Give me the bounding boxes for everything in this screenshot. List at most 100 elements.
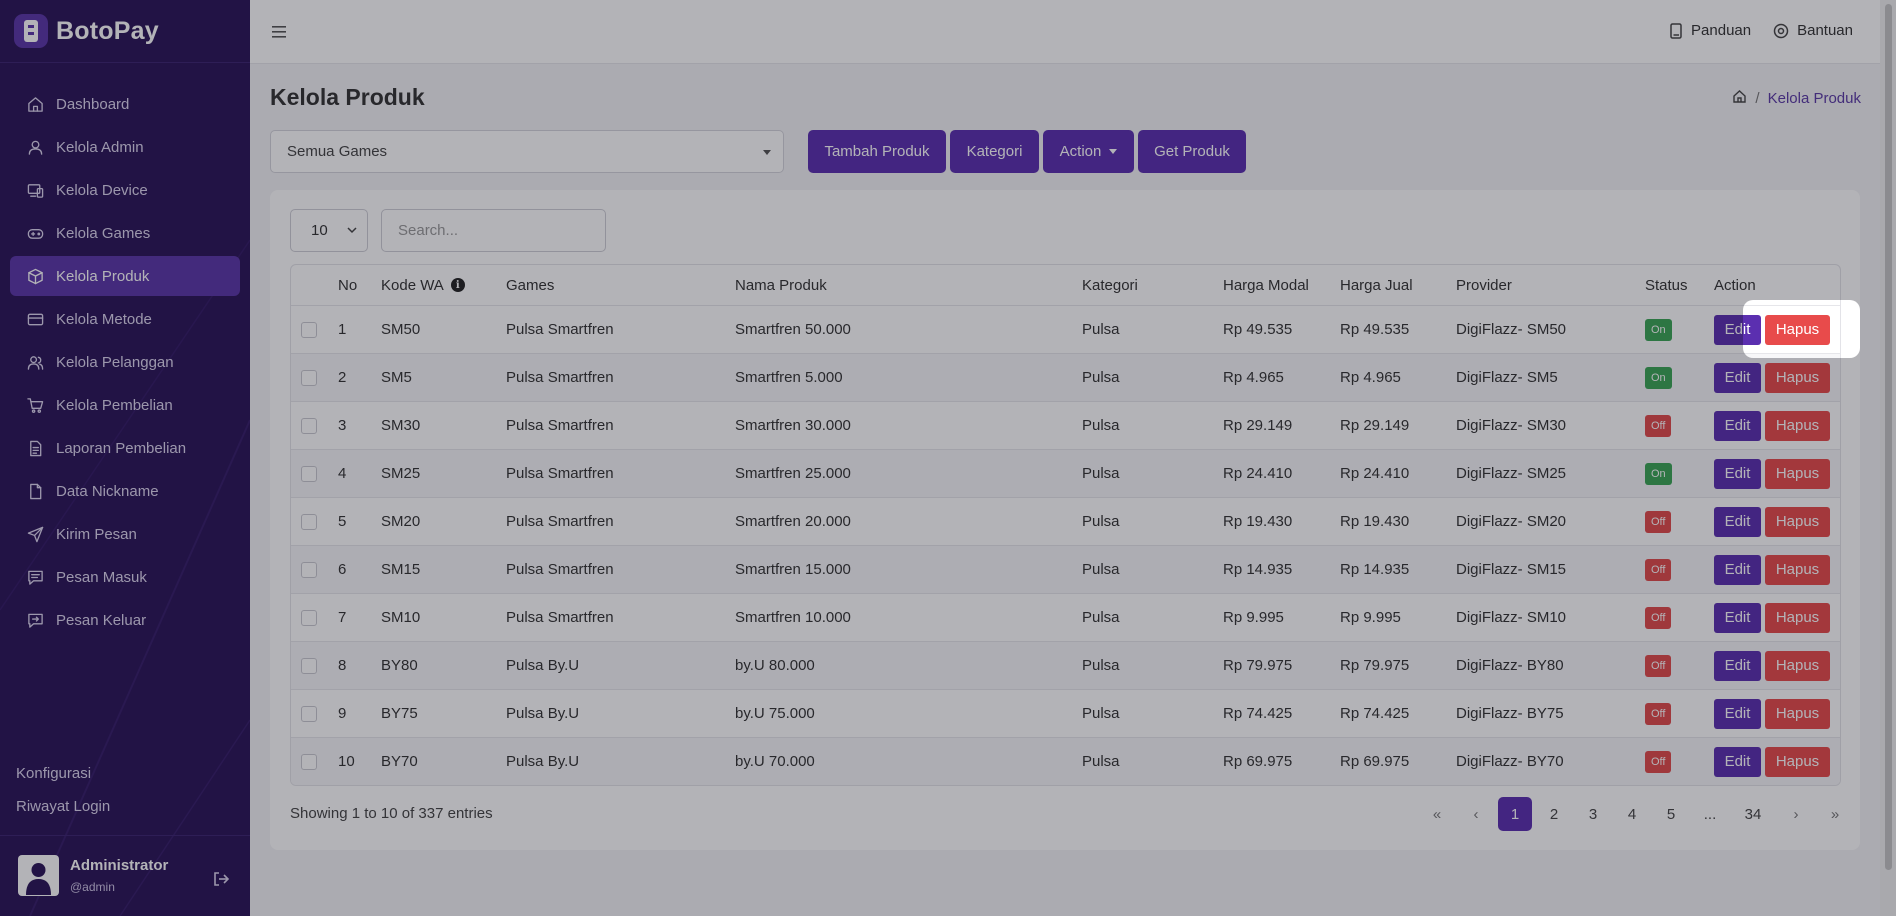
- row-checkbox[interactable]: [301, 609, 317, 626]
- user-profile[interactable]: Administrator @admin: [18, 855, 168, 896]
- action-cell: Edit Hapus: [1714, 642, 1830, 689]
- delete-button[interactable]: Hapus: [1765, 458, 1830, 489]
- prev-page-button[interactable]: ‹: [1459, 797, 1493, 831]
- delete-button[interactable]: Hapus: [1765, 506, 1830, 537]
- sidebar-item-pesan-keluar[interactable]: Pesan Keluar: [10, 600, 240, 640]
- edit-button[interactable]: Edit: [1714, 602, 1761, 633]
- edit-button[interactable]: Edit: [1714, 746, 1761, 777]
- status-badge[interactable]: Off: [1645, 558, 1672, 581]
- page-button-1[interactable]: 1: [1498, 797, 1532, 831]
- status-badge[interactable]: On: [1645, 462, 1672, 485]
- action-dropdown-button[interactable]: Action: [1043, 130, 1134, 173]
- status-badge[interactable]: On: [1645, 366, 1672, 389]
- column-header: Nama Produk: [735, 265, 827, 305]
- sidebar-item-kelola-produk[interactable]: Kelola Produk: [10, 256, 240, 296]
- sidebar-item-kelola-games[interactable]: Kelola Games: [10, 213, 240, 253]
- row-checkbox[interactable]: [301, 657, 317, 674]
- brand-logo[interactable]: BotoPay: [14, 14, 159, 48]
- edit-button[interactable]: Edit: [1714, 362, 1761, 393]
- page-button-2[interactable]: 2: [1537, 797, 1571, 831]
- edit-button[interactable]: Edit: [1714, 650, 1761, 681]
- sidebar-item-kirim-pesan[interactable]: Kirim Pesan: [10, 514, 240, 554]
- page-length-select[interactable]: 10: [290, 209, 368, 252]
- get-produk-button[interactable]: Get Produk: [1138, 130, 1246, 173]
- row-checkbox[interactable]: [301, 321, 317, 338]
- edit-button[interactable]: Edit: [1714, 506, 1761, 537]
- last-page-button[interactable]: »: [1818, 797, 1852, 831]
- column-header: Harga Modal: [1223, 265, 1309, 305]
- edit-button[interactable]: Edit: [1714, 410, 1761, 441]
- page-button-3[interactable]: 3: [1576, 797, 1610, 831]
- page-button-5[interactable]: 5: [1654, 797, 1688, 831]
- top-bar: Panduan Bantuan: [250, 0, 1880, 64]
- delete-button[interactable]: Hapus: [1765, 698, 1830, 729]
- sidebar-item-kelola-pembelian[interactable]: Kelola Pembelian: [10, 385, 240, 425]
- edit-button[interactable]: Edit: [1714, 698, 1761, 729]
- table-cell-kode: SM25: [381, 465, 421, 482]
- sidebar-item-data-nickname[interactable]: Data Nickname: [10, 471, 240, 511]
- status-cell: Off: [1645, 690, 1672, 737]
- row-checkbox[interactable]: [301, 465, 317, 482]
- box-icon: [26, 267, 44, 285]
- status-badge[interactable]: Off: [1645, 702, 1672, 725]
- edit-button[interactable]: Edit: [1714, 554, 1761, 585]
- sidebar-item-laporan-pembelian[interactable]: Laporan Pembelian: [10, 428, 240, 468]
- status-badge[interactable]: Off: [1645, 654, 1672, 677]
- status-badge[interactable]: Off: [1645, 606, 1672, 629]
- info-icon[interactable]: i: [450, 278, 465, 292]
- sidebar-item-kelola-device[interactable]: Kelola Device: [10, 170, 240, 210]
- status-badge[interactable]: Off: [1645, 510, 1672, 533]
- table-cell-provider: DigiFlazz- SM5: [1456, 369, 1558, 386]
- row-checkbox[interactable]: [301, 369, 317, 386]
- sidebar-item-pesan-masuk[interactable]: Pesan Masuk: [10, 557, 240, 597]
- games-filter-select[interactable]: Semua Games: [270, 130, 784, 173]
- page-button-4[interactable]: 4: [1615, 797, 1649, 831]
- credit-card-icon: [26, 310, 44, 328]
- send-icon: [26, 525, 44, 543]
- next-page-button[interactable]: ›: [1779, 797, 1813, 831]
- tambah-produk-button[interactable]: Tambah Produk: [808, 130, 946, 173]
- delete-button[interactable]: Hapus: [1765, 746, 1830, 777]
- table-cell-kategori: Pulsa: [1082, 417, 1120, 434]
- delete-button[interactable]: Hapus: [1765, 554, 1830, 585]
- column-header-label: No: [338, 276, 358, 294]
- status-badge[interactable]: Off: [1645, 414, 1672, 437]
- sidebar-item-dashboard[interactable]: Dashboard: [10, 84, 240, 124]
- hamburger-menu-icon[interactable]: [272, 25, 286, 43]
- first-page-button[interactable]: «: [1420, 797, 1454, 831]
- highlight-overlay: [1743, 300, 1860, 358]
- table-cell-games: Pulsa Smartfren: [506, 561, 614, 578]
- delete-button[interactable]: Hapus: [1765, 602, 1830, 633]
- sidebar-item-kelola-pelanggan[interactable]: Kelola Pelanggan: [10, 342, 240, 382]
- edit-button[interactable]: Edit: [1714, 458, 1761, 489]
- sidebar-item-kelola-metode[interactable]: Kelola Metode: [10, 299, 240, 339]
- table-cell-nama: by.U 80.000: [735, 657, 815, 674]
- row-checkbox[interactable]: [301, 417, 317, 434]
- sidebar-link-riwayat-login[interactable]: Riwayat Login: [16, 795, 110, 828]
- kategori-button[interactable]: Kategori: [950, 130, 1039, 173]
- column-header: Status: [1645, 265, 1688, 305]
- sidebar-item-kelola-admin[interactable]: Kelola Admin: [10, 127, 240, 167]
- logout-icon[interactable]: [212, 870, 230, 893]
- table-cell-no: 9: [338, 705, 347, 722]
- table-cell-kode: BY75: [381, 705, 418, 722]
- delete-button[interactable]: Hapus: [1765, 410, 1830, 441]
- panduan-link[interactable]: Panduan: [1669, 22, 1751, 39]
- home-icon[interactable]: [1732, 89, 1747, 108]
- status-cell: On: [1645, 306, 1672, 353]
- status-badge[interactable]: On: [1645, 318, 1672, 341]
- bantuan-link[interactable]: Bantuan: [1773, 22, 1853, 39]
- status-badge[interactable]: Off: [1645, 750, 1672, 773]
- table-row: 7 SM10 Pulsa Smartfren Smartfren 10.000 Puls…: [291, 594, 1840, 642]
- page-button-34[interactable]: 34: [1732, 797, 1774, 831]
- sidebar-link-konfigurasi[interactable]: Konfigurasi: [16, 762, 110, 795]
- delete-button[interactable]: Hapus: [1765, 650, 1830, 681]
- row-checkbox[interactable]: [301, 705, 317, 722]
- row-checkbox[interactable]: [301, 753, 317, 770]
- search-input[interactable]: Search...: [381, 209, 606, 252]
- column-header: No: [338, 265, 357, 305]
- scrollbar-thumb[interactable]: [1885, 4, 1892, 870]
- delete-button[interactable]: Hapus: [1765, 362, 1830, 393]
- row-checkbox[interactable]: [301, 561, 317, 578]
- row-checkbox[interactable]: [301, 513, 317, 530]
